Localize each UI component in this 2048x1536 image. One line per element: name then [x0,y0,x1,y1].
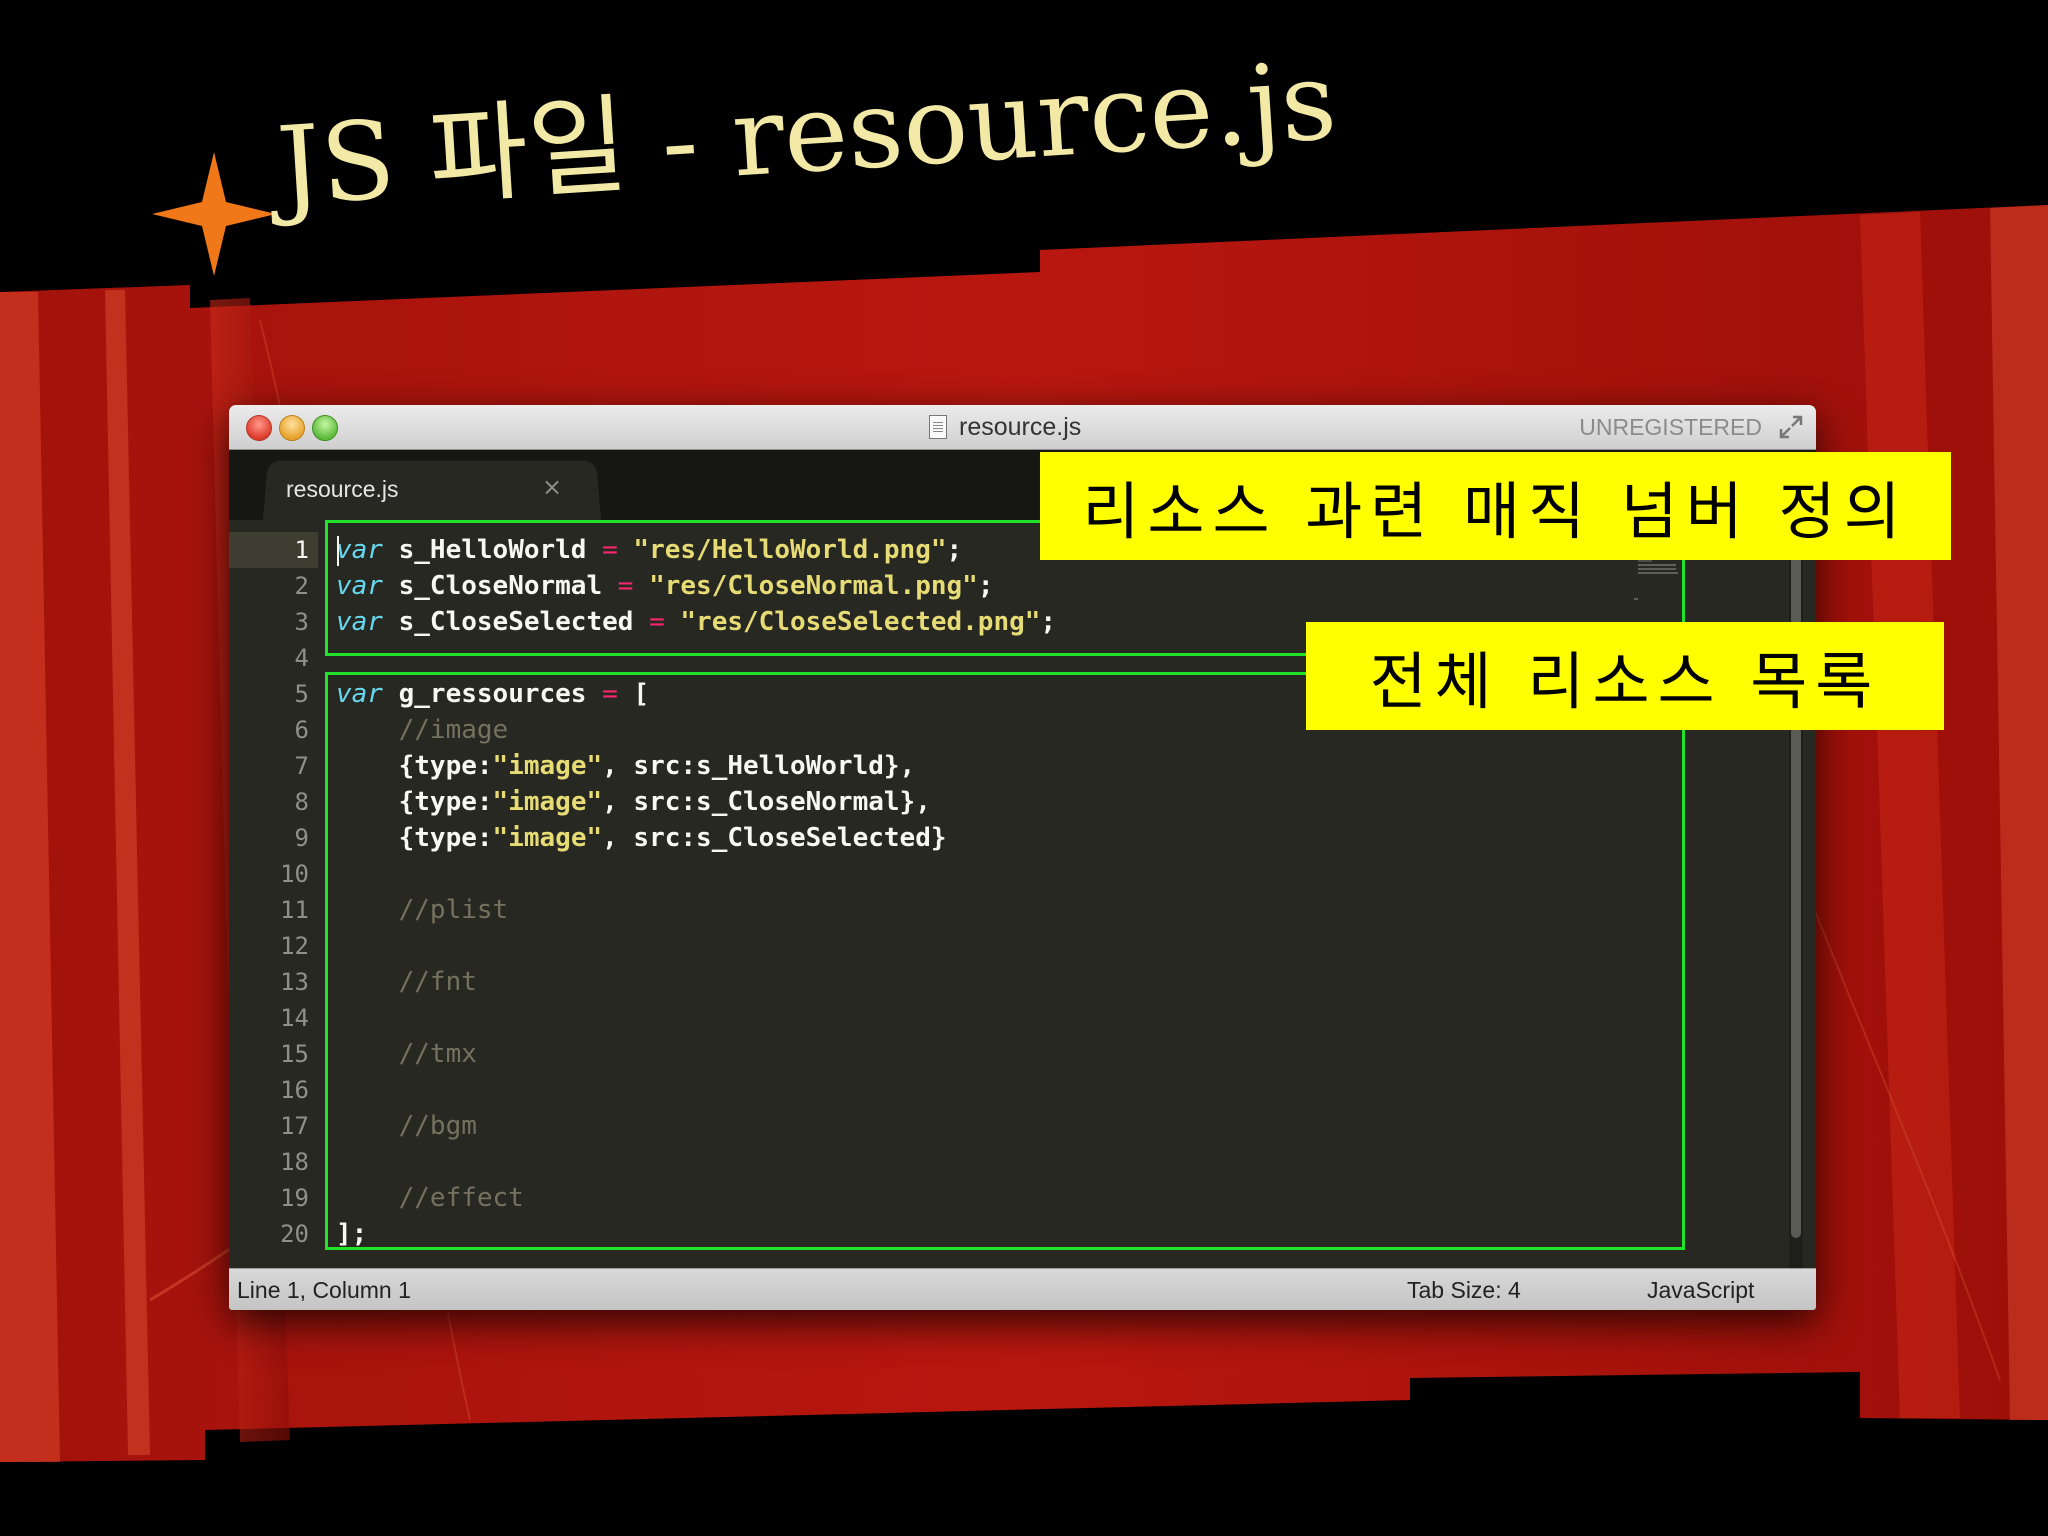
line-number: 3 [294,608,309,636]
line-number: 13 [280,968,309,996]
status-bar: Line 1, Column 1 Tab Size: 4 JavaScript [229,1268,1816,1310]
line-number: 16 [280,1076,309,1104]
tab-close-icon[interactable]: × [542,473,562,501]
line-number: 20 [280,1220,309,1248]
line-number: 8 [294,788,309,816]
line-number: 19 [280,1184,309,1212]
line-number: 4 [294,644,309,672]
line-number: 6 [294,716,309,744]
tab-label: resource.js [286,476,399,502]
syntax-selector[interactable]: JavaScript [1647,1269,1754,1310]
line-number: 12 [280,932,309,960]
line-number: 7 [294,752,309,780]
line-number: 15 [280,1040,309,1068]
line-number: 5 [294,680,309,708]
close-window-button[interactable] [246,415,272,441]
line-number: 11 [280,896,309,924]
line-number: 10 [280,860,309,888]
line-number: 14 [280,1004,309,1032]
line-number: 9 [294,824,309,852]
window-title-group: resource.js [929,405,1081,449]
line-number: 18 [280,1148,309,1176]
document-icon [929,415,947,439]
fullscreen-icon[interactable] [1778,414,1804,440]
resource-list-label: 전체 리소스 목록 [1306,622,1944,730]
line-number: 17 [280,1112,309,1140]
slide: JS 파일 - resource.js resource.js UNREGIST… [0,0,2048,1536]
zoom-window-button[interactable] [312,415,338,441]
line-number: 1 [294,536,309,564]
window-title: resource.js [959,412,1082,441]
cursor-position: Line 1, Column 1 [237,1277,411,1303]
resource-list-highlight-box [325,672,1685,1250]
window-titlebar: resource.js UNREGISTERED [229,405,1816,450]
line-number: 2 [294,572,309,600]
tab-size-selector[interactable]: Tab Size: 4 [1407,1269,1521,1310]
minimize-window-button[interactable] [279,415,305,441]
star-bullet-icon [152,152,276,276]
line-number-gutter: 1 2 3 4 5 6 7 8 9 10 11 12 13 14 15 16 1… [229,520,309,1268]
magic-number-label: 리소스 과련 매직 넘버 정의 [1040,452,1951,560]
unregistered-label: UNREGISTERED [1579,414,1762,440]
